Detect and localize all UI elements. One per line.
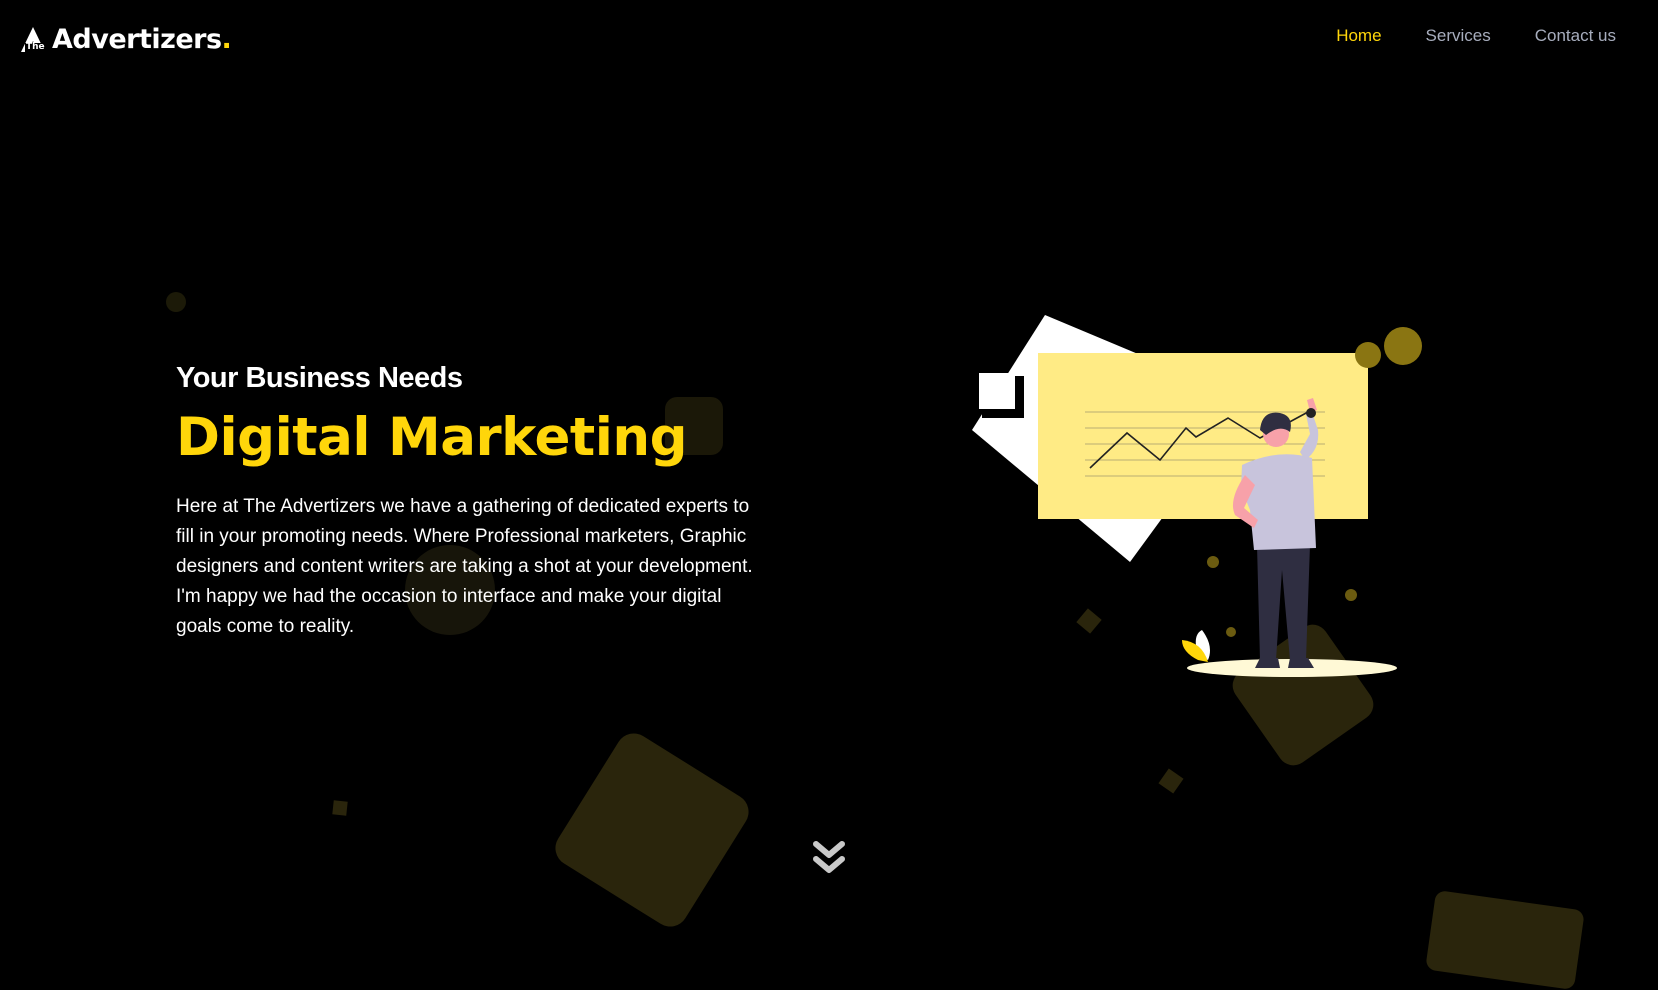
hero-section: Your Business Needs Digital Marketing He… [176, 360, 766, 642]
logo-mark-icon: The [20, 25, 52, 53]
decor-dot [166, 292, 186, 312]
scroll-down-button[interactable] [810, 838, 848, 878]
nav-services[interactable]: Services [1426, 24, 1491, 48]
decor-square [332, 800, 348, 816]
hero-title: Digital Marketing [176, 407, 688, 468]
logo-dot: . [221, 24, 232, 55]
hero-description: Here at The Advertizers we have a gather… [176, 496, 753, 637]
double-chevron-down-icon [813, 841, 845, 873]
decor-square [1425, 889, 1585, 990]
nav-contact-us[interactable]: Contact us [1535, 24, 1616, 48]
logo-prefix: The [25, 42, 46, 52]
brand-logo[interactable]: The Advertizers . [20, 19, 232, 53]
hero-subtitle: Your Business Needs [176, 362, 463, 394]
site-header: The Advertizers . Home Services Contact … [0, 0, 1658, 74]
logo-text: Advertizers [52, 24, 222, 55]
main-nav: Home Services Contact us [1336, 24, 1616, 48]
man-drawing-chart-illustration [960, 300, 1430, 680]
nav-home[interactable]: Home [1336, 24, 1381, 48]
decor-square [548, 726, 756, 934]
decor-square [1158, 768, 1184, 794]
